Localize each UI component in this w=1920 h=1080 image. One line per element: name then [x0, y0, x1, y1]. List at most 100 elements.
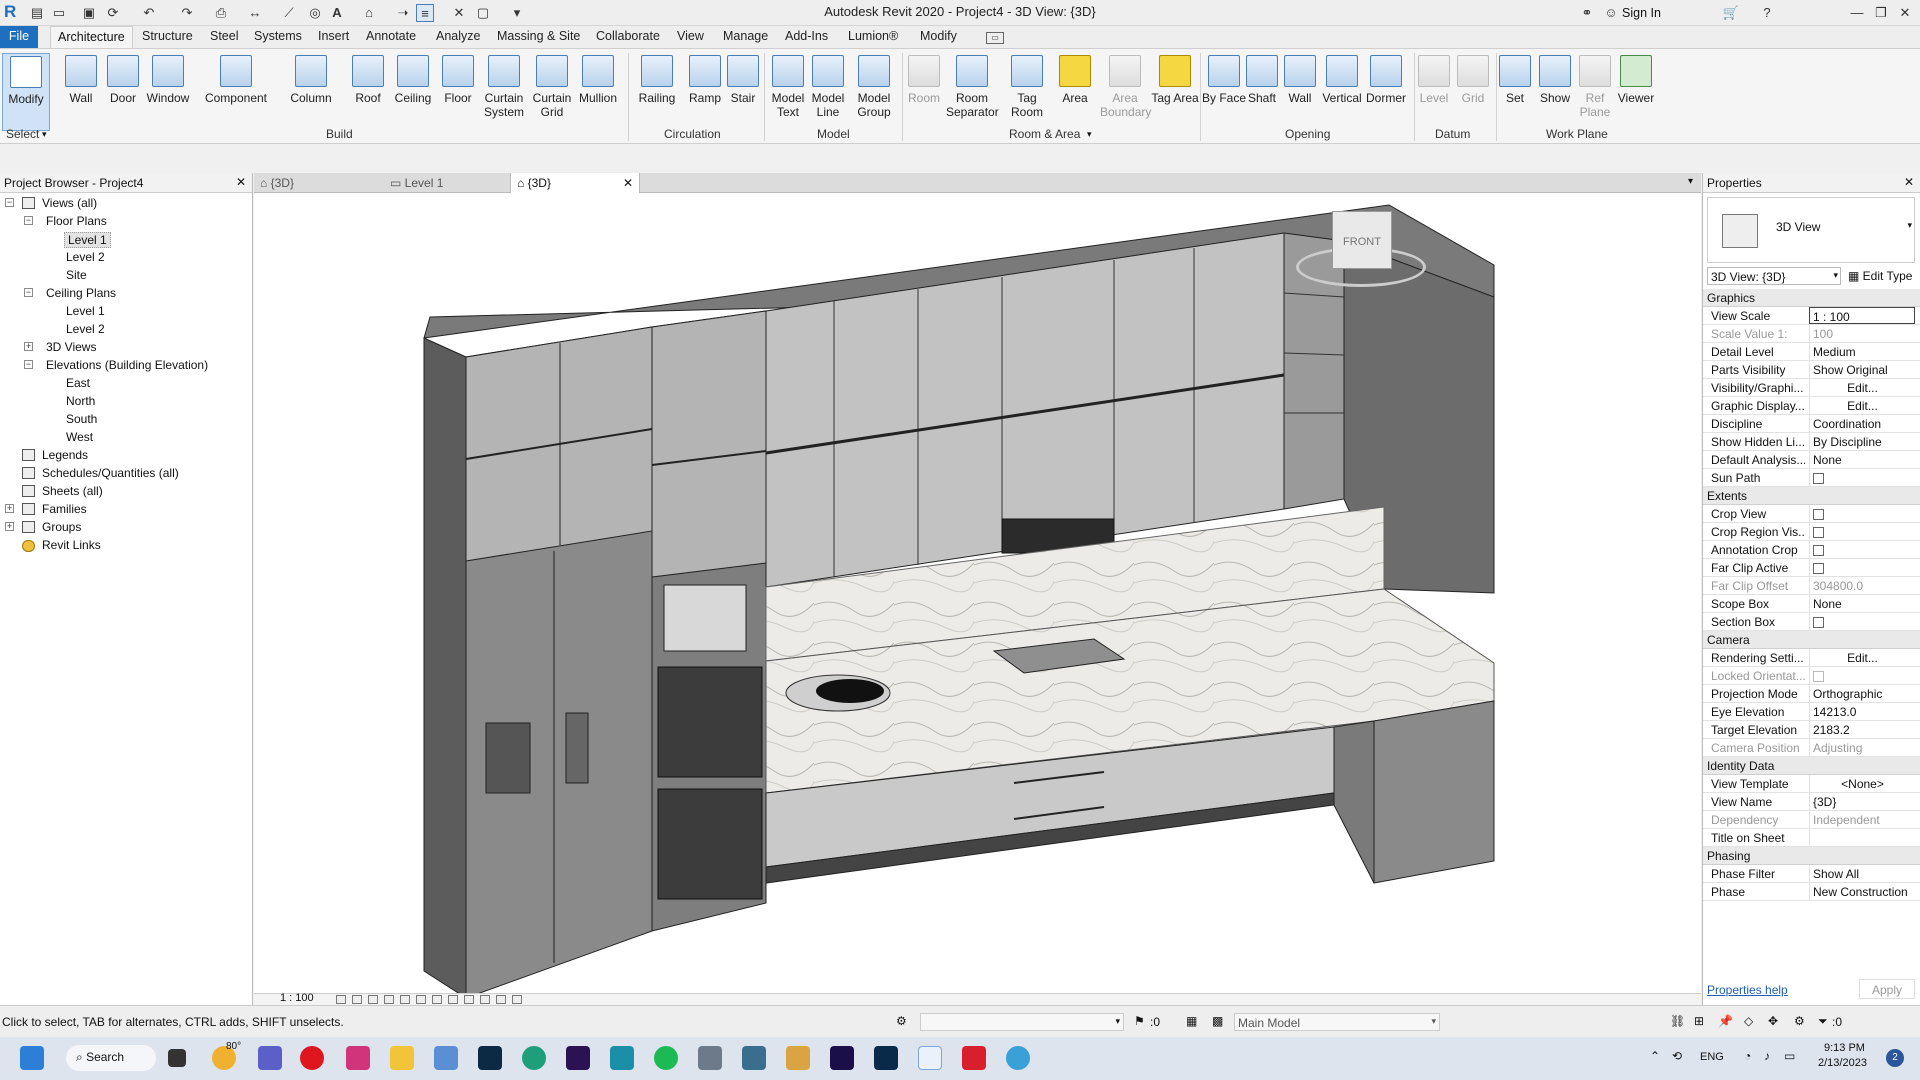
taskbar-search[interactable]: ⌕ Search — [66, 1045, 156, 1071]
section-extents[interactable]: Extents — [1703, 487, 1920, 505]
curtain-system-tool[interactable]: Curtain System — [479, 53, 529, 131]
row-phase-filter[interactable]: Phase Filter Show All — [1703, 865, 1920, 883]
tree-revit-links[interactable]: Revit Links — [42, 538, 101, 552]
tree-groups[interactable]: Groups — [42, 520, 81, 534]
3dsmax-icon[interactable] — [610, 1046, 634, 1070]
modify-tool[interactable]: Modify — [2, 53, 50, 131]
row-detail-level[interactable]: Detail Level Medium — [1703, 343, 1920, 361]
shadows-icon[interactable] — [384, 995, 394, 1004]
tree-ceiling-level-2[interactable]: Level 2 — [66, 322, 105, 336]
row-crop-view[interactable]: Crop View — [1703, 505, 1920, 523]
edit-vg-button[interactable]: Edit... — [1809, 379, 1915, 396]
tree-families[interactable]: Families — [42, 502, 87, 516]
row-section-box[interactable]: Section Box — [1703, 613, 1920, 631]
tree-west[interactable]: West — [66, 430, 93, 444]
tab-analyze[interactable]: Analyze — [436, 29, 480, 43]
section-identity[interactable]: Identity Data — [1703, 757, 1920, 775]
tab-annotate[interactable]: Annotate — [366, 29, 416, 43]
model-line-tool[interactable]: Model Line — [803, 53, 853, 131]
show-crop-icon[interactable] — [416, 995, 426, 1004]
reveal-hidden-icon[interactable] — [464, 995, 474, 1004]
tab-massing-site[interactable]: Massing & Site — [497, 29, 580, 43]
section-graphics[interactable]: Graphics — [1703, 289, 1920, 307]
expand-toggle[interactable]: + — [5, 504, 14, 513]
vertical-tool[interactable]: Vertical — [1317, 53, 1367, 131]
tab-insert[interactable]: Insert — [318, 29, 349, 43]
prop-value[interactable]: Orthographic — [1809, 685, 1915, 702]
browser-icon[interactable] — [1006, 1046, 1030, 1070]
tree-elevations[interactable]: Elevations (Building Elevation) — [46, 358, 208, 372]
notification-badge[interactable]: 2 — [1886, 1049, 1904, 1067]
tab-architecture[interactable]: Architecture — [50, 26, 133, 49]
dormer-tool[interactable]: Dormer — [1361, 53, 1411, 131]
prop-value[interactable]: {3D} — [1809, 793, 1915, 810]
prop-value[interactable] — [1809, 829, 1915, 846]
select-links-icon[interactable]: ⛓ — [1670, 1014, 1685, 1028]
chevron-down-icon[interactable]: ▾ — [1907, 220, 1912, 231]
tab-add-ins[interactable]: Add-Ins — [785, 29, 828, 43]
row-view-scale[interactable]: View Scale 1 : 100 — [1703, 307, 1920, 325]
mullion-tool[interactable]: Mullion — [573, 53, 623, 131]
row-target-elevation[interactable]: Target Elevation 2183.2 — [1703, 721, 1920, 739]
minimize-button[interactable]: — — [1848, 4, 1866, 22]
panel-room-area[interactable]: Room & Area — [1009, 127, 1080, 141]
clock-date[interactable]: 2/13/2023 — [1818, 1057, 1867, 1069]
start-icon[interactable] — [20, 1046, 44, 1070]
design-options-icon[interactable]: ▦ — [1186, 1014, 1197, 1028]
tab-level-1[interactable]: ▭ Level 1 — [384, 173, 508, 193]
prop-value[interactable]: New Construction — [1809, 883, 1915, 900]
chat-icon[interactable] — [258, 1046, 282, 1070]
tab-steel[interactable]: Steel — [210, 29, 239, 43]
floor-tool[interactable]: Floor — [433, 53, 483, 131]
tree-3d-views[interactable]: 3D Views — [46, 340, 96, 354]
battery-icon[interactable]: ▭ — [1784, 1049, 1795, 1063]
row-discipline[interactable]: Discipline Coordination — [1703, 415, 1920, 433]
tab-3d-view-1[interactable]: ⌂ {3D} — [254, 173, 378, 193]
ceiling-tool[interactable]: Ceiling — [388, 53, 438, 131]
photoshop-icon[interactable] — [874, 1046, 898, 1070]
row-projection[interactable]: Projection Mode Orthographic — [1703, 685, 1920, 703]
row-eye-elevation[interactable]: Eye Elevation 14213.0 — [1703, 703, 1920, 721]
prop-value[interactable]: None — [1809, 595, 1915, 612]
apply-button[interactable]: Apply — [1859, 979, 1915, 999]
volume-icon[interactable]: ♪ — [1764, 1049, 1770, 1063]
annotation-crop-checkbox[interactable] — [1809, 541, 1915, 558]
row-view-name[interactable]: View Name {3D} — [1703, 793, 1920, 811]
row-view-template[interactable]: View Template <None> — [1703, 775, 1920, 793]
prop-value[interactable]: Show All — [1809, 865, 1915, 882]
section-phasing[interactable]: Phasing — [1703, 847, 1920, 865]
sun-path-icon[interactable] — [368, 995, 378, 1004]
tab-structure[interactable]: Structure — [142, 29, 193, 43]
room-area-dropdown-icon[interactable]: ▾ — [1087, 129, 1092, 140]
analytical-icon[interactable] — [496, 995, 506, 1004]
file-explorer-icon[interactable] — [390, 1046, 414, 1070]
tree-north[interactable]: North — [66, 394, 95, 408]
room-tool[interactable]: Room — [899, 53, 949, 131]
collapse-toggle[interactable]: − — [24, 216, 33, 225]
tree-schedules[interactable]: Schedules/Quantities (all) — [42, 466, 179, 480]
microwave[interactable] — [663, 584, 747, 652]
row-annotation-crop[interactable]: Annotation Crop — [1703, 541, 1920, 559]
tree-ceiling-plans[interactable]: Ceiling Plans — [46, 286, 116, 300]
sun-path-checkbox[interactable] — [1809, 469, 1915, 486]
crop-view-icon[interactable] — [400, 995, 410, 1004]
opera-icon[interactable] — [300, 1046, 324, 1070]
expand-toggle[interactable]: + — [24, 342, 33, 351]
select-dropdown-icon[interactable]: ▾ — [42, 129, 47, 140]
collapse-toggle[interactable]: − — [5, 198, 14, 207]
tab-lumion[interactable]: Lumion® — [848, 29, 898, 43]
row-rendering[interactable]: Rendering Setti... Edit... — [1703, 649, 1920, 667]
app-icon[interactable] — [698, 1046, 722, 1070]
tab-manage[interactable]: Manage — [723, 29, 768, 43]
detail-level-icon[interactable] — [336, 995, 346, 1004]
room-separator-tool[interactable]: Room Separator — [946, 53, 999, 131]
tree-floor-level-1[interactable]: Level 1 — [64, 232, 111, 248]
visual-style-icon[interactable] — [352, 995, 362, 1004]
area-tool[interactable]: Area — [1050, 53, 1100, 131]
task-view-icon[interactable] — [168, 1049, 186, 1067]
tab-collaborate[interactable]: Collaborate — [596, 29, 660, 43]
tree-legends[interactable]: Legends — [42, 448, 88, 462]
prop-value[interactable]: 14213.0 — [1809, 703, 1915, 720]
water-dispenser[interactable] — [485, 722, 531, 794]
tab-view[interactable]: View — [677, 29, 704, 43]
